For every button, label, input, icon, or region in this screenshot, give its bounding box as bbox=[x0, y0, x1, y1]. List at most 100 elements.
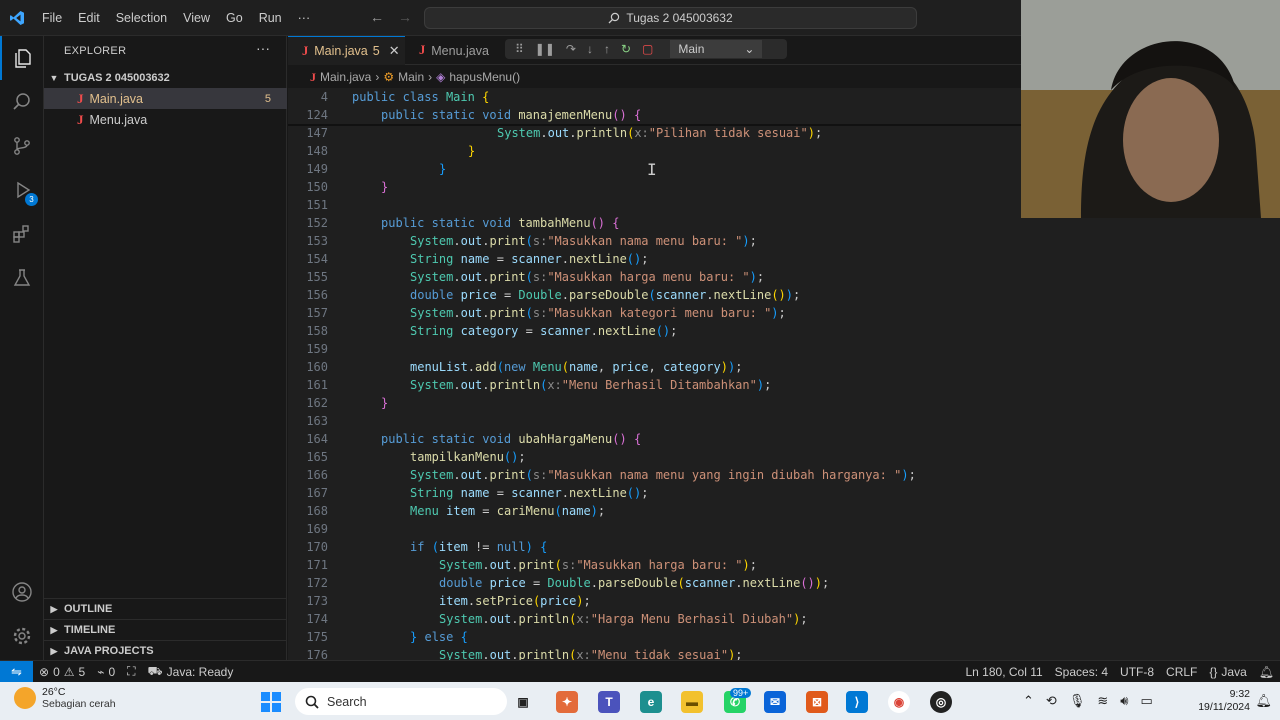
step-into-icon[interactable]: ↓ bbox=[587, 42, 593, 56]
testing-flask-icon[interactable] bbox=[0, 256, 44, 300]
code-line[interactable]: 169 bbox=[288, 520, 1178, 538]
pause-icon[interactable]: ❚❚ bbox=[535, 42, 555, 56]
task-view-icon[interactable]: ▣ bbox=[512, 691, 534, 713]
code-line[interactable]: 168 Menu item = cariMenu(name); bbox=[288, 502, 1178, 520]
launch-config-select[interactable]: Main ⌄ bbox=[670, 40, 763, 58]
forward-arrow-icon[interactable]: → bbox=[398, 9, 412, 25]
weather-widget[interactable]: 26°C Sebagian cerah bbox=[14, 686, 116, 710]
source-control-icon[interactable] bbox=[0, 124, 44, 168]
explorer-icon[interactable] bbox=[0, 36, 44, 80]
code-line[interactable]: 164 public static void ubahHargaMenu() { bbox=[288, 430, 1178, 448]
breadcrumb-class[interactable]: Main bbox=[398, 70, 424, 84]
problems-indicator[interactable]: ⊗ 0 ⚠ 5 bbox=[33, 665, 91, 679]
taskbar-clock[interactable]: 9:32 19/11/2024 bbox=[1198, 688, 1250, 714]
encoding[interactable]: UTF-8 bbox=[1114, 665, 1160, 679]
menu-selection[interactable]: Selection bbox=[108, 11, 175, 25]
teams-icon[interactable]: T bbox=[598, 691, 620, 713]
command-center[interactable]: Tugas 2 045003632 bbox=[424, 7, 917, 29]
code-line[interactable]: 156 double price = Double.parseDouble(sca… bbox=[288, 286, 1178, 304]
obs-icon[interactable]: ◎ bbox=[930, 691, 952, 713]
file-explorer-icon[interactable]: ▬ bbox=[681, 691, 703, 713]
code-line[interactable]: 172 double price = Double.parseDouble(sca… bbox=[288, 574, 1178, 592]
code-line[interactable]: 157 System.out.print(s:"Masukkan kategori… bbox=[288, 304, 1178, 322]
breadcrumb-method[interactable]: hapusMenu() bbox=[449, 70, 520, 84]
edge-icon[interactable]: e bbox=[640, 691, 662, 713]
code-line[interactable]: 155 System.out.print(s:"Masukkan harga me… bbox=[288, 268, 1178, 286]
tab-menu-java[interactable]: J Menu.java bbox=[405, 36, 505, 65]
code-line[interactable]: 175} else { bbox=[288, 628, 1178, 646]
section-outline[interactable]: ▶ OUTLINE bbox=[44, 598, 287, 619]
menu-edit[interactable]: Edit bbox=[70, 11, 108, 25]
stop-icon[interactable]: ▢ bbox=[642, 42, 653, 56]
cursor-position[interactable]: Ln 180, Col 11 bbox=[960, 665, 1049, 679]
code-line[interactable]: 167 String name = scanner.nextLine(); bbox=[288, 484, 1178, 502]
wifi-icon[interactable]: ≋ bbox=[1097, 693, 1108, 709]
back-arrow-icon[interactable]: ← bbox=[370, 9, 384, 25]
menu-go[interactable]: Go bbox=[218, 11, 251, 25]
code-line[interactable]: 162} bbox=[288, 394, 1178, 412]
vscode-taskbar-icon[interactable]: ⟩ bbox=[846, 691, 868, 713]
section-java-projects[interactable]: ▶ JAVA PROJECTS bbox=[44, 640, 287, 661]
extensions-icon[interactable] bbox=[0, 212, 44, 256]
sync-icon[interactable]: ⟲ bbox=[1046, 693, 1057, 709]
code-line[interactable]: 153 System.out.print(s:"Masukkan nama men… bbox=[288, 232, 1178, 250]
java-status-label: Java: Ready bbox=[166, 664, 234, 679]
code-line[interactable]: 159 bbox=[288, 340, 1178, 358]
menu-run[interactable]: Run bbox=[251, 11, 290, 25]
debug-launch-indicator[interactable]: ⛶ bbox=[121, 664, 141, 679]
indentation[interactable]: Spaces: 4 bbox=[1049, 665, 1114, 679]
battery-icon[interactable]: ▭ bbox=[1140, 693, 1152, 709]
step-out-icon[interactable]: ↑ bbox=[604, 42, 610, 56]
remote-indicator-icon[interactable]: ⇋ bbox=[0, 660, 33, 683]
step-over-icon[interactable]: ↷ bbox=[566, 42, 576, 56]
code-line[interactable]: 176 System.out.println(x:"Menu tidak sesu… bbox=[288, 646, 1178, 660]
section-timeline[interactable]: ▶ TIMELINE bbox=[44, 619, 287, 640]
menu-view[interactable]: View bbox=[175, 11, 218, 25]
java-status[interactable]: ⛟ Java: Ready bbox=[142, 664, 240, 680]
code-text: System.out.print(s:"Masukkan harga menu … bbox=[410, 270, 765, 284]
notifications-bell-icon[interactable]: 🔔︎ bbox=[1255, 693, 1272, 709]
windows-start-icon[interactable] bbox=[260, 691, 282, 713]
code-line[interactable]: 154 String name = scanner.nextLine(); bbox=[288, 250, 1178, 268]
code-line[interactable]: 161 System.out.println(x:"Menu Berhasil D… bbox=[288, 376, 1178, 394]
file-item-main[interactable]: J Main.java 5 bbox=[44, 88, 287, 109]
run-debug-icon[interactable]: 3 bbox=[0, 168, 44, 212]
code-line[interactable]: 163 bbox=[288, 412, 1178, 430]
ports-indicator[interactable]: ⌁ 0 bbox=[91, 665, 121, 679]
notifications-bell-icon[interactable]: 🔔︎ bbox=[1253, 665, 1280, 679]
volume-icon[interactable]: 🔊︎ bbox=[1120, 693, 1128, 709]
search-icon[interactable] bbox=[0, 80, 44, 124]
code-line[interactable]: 160 menuList.add(new Menu(name, price, ca… bbox=[288, 358, 1178, 376]
language-mode[interactable]: {} Java bbox=[1203, 665, 1252, 679]
copilot-icon[interactable]: ✦ bbox=[556, 691, 578, 713]
code-line[interactable]: 158 String category = scanner.nextLine(); bbox=[288, 322, 1178, 340]
chevron-up-icon[interactable]: ⌃ bbox=[1023, 693, 1034, 709]
code-line[interactable]: 173 item.setPrice(price); bbox=[288, 592, 1178, 610]
chevron-down-icon: ⌄ bbox=[744, 42, 755, 56]
tab-main-java[interactable]: J Main.java 5 ✕ bbox=[288, 36, 405, 65]
menu-more[interactable]: ··· bbox=[290, 11, 319, 25]
microphone-icon[interactable]: 🎙︎ bbox=[1069, 693, 1086, 709]
code-line[interactable]: 174 System.out.println(x:"Harga Menu Berh… bbox=[288, 610, 1178, 628]
more-actions-icon[interactable]: ··· bbox=[256, 40, 270, 56]
file-item-menu[interactable]: J Menu.java bbox=[44, 109, 287, 130]
weather-desc: Sebagian cerah bbox=[42, 698, 116, 710]
drag-handle-icon[interactable]: ⠿ bbox=[515, 42, 524, 56]
sticky-scroll-divider bbox=[288, 124, 1021, 126]
code-line[interactable]: 165 tampilkanMenu(); bbox=[288, 448, 1178, 466]
taskbar-search[interactable]: Search bbox=[295, 688, 507, 715]
line-endings[interactable]: CRLF bbox=[1160, 665, 1203, 679]
chrome-icon[interactable]: ◉ bbox=[888, 691, 910, 713]
xampp-icon[interactable]: ⊠ bbox=[806, 691, 828, 713]
close-icon[interactable]: ✕ bbox=[389, 43, 400, 59]
code-line[interactable]: 170 if (item != null) { bbox=[288, 538, 1178, 556]
menu-file[interactable]: File bbox=[34, 11, 70, 25]
workspace-folder[interactable]: ▼ TUGAS 2 045003632 bbox=[44, 68, 287, 88]
breadcrumb-file[interactable]: Main.java bbox=[320, 70, 371, 84]
mail-icon[interactable]: ✉ bbox=[764, 691, 786, 713]
code-line[interactable]: 171 System.out.print(s:"Masukkan harga ba… bbox=[288, 556, 1178, 574]
account-icon[interactable] bbox=[0, 570, 44, 614]
settings-gear-icon[interactable] bbox=[0, 614, 44, 658]
restart-icon[interactable]: ↻ bbox=[621, 42, 631, 56]
code-line[interactable]: 166 System.out.print(s:"Masukkan nama men… bbox=[288, 466, 1178, 484]
